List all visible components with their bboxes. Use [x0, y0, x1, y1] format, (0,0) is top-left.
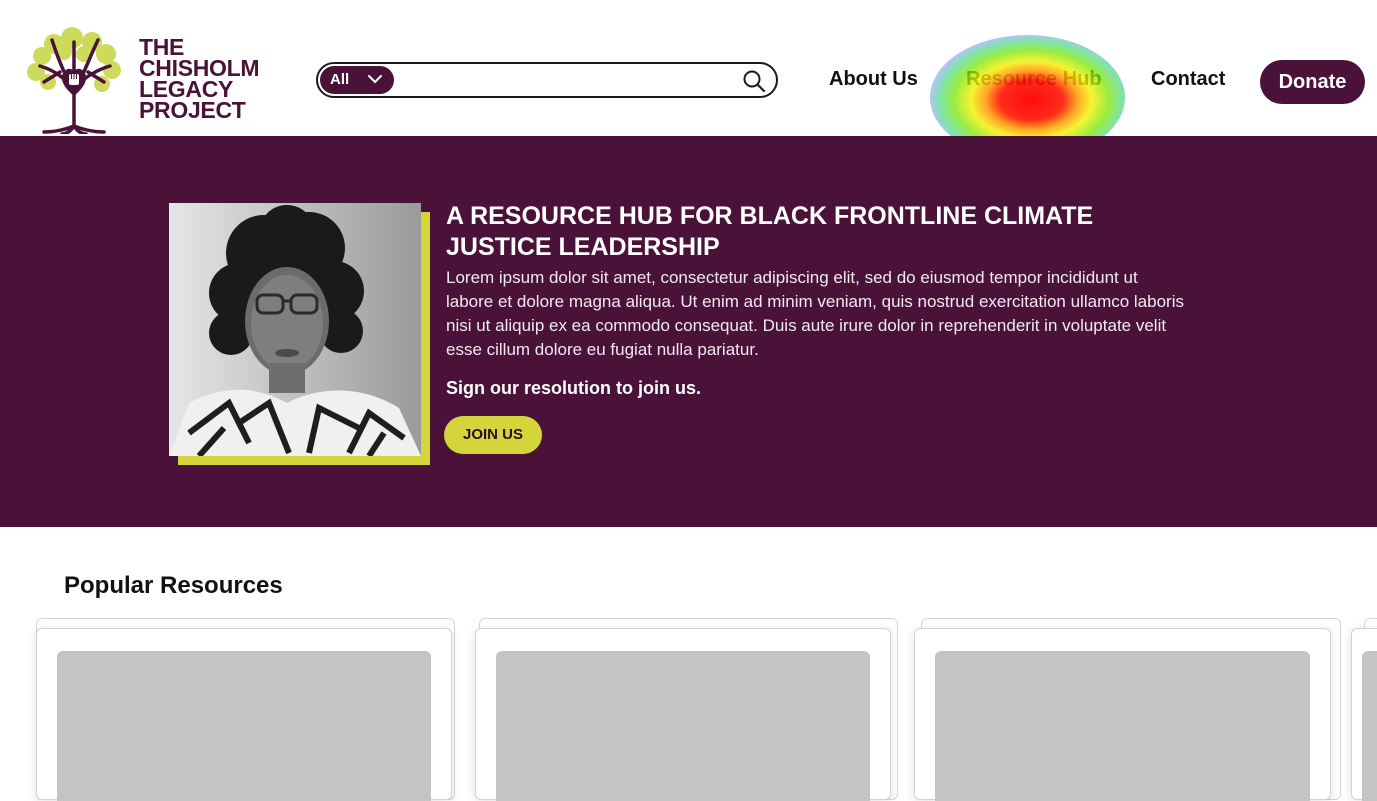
search-input[interactable] — [402, 67, 736, 95]
search-scope-label: All — [330, 71, 350, 88]
join-us-button[interactable]: JOIN US — [444, 416, 542, 454]
tree-logo-icon[interactable] — [24, 26, 124, 134]
search-icon[interactable] — [742, 69, 766, 93]
hero-cta-text: Sign our resolution to join us. — [446, 378, 701, 398]
resource-card[interactable] — [475, 628, 891, 801]
hero-description: Lorem ipsum dolor sit amet, consectetur … — [446, 268, 1184, 359]
resource-card[interactable] — [914, 628, 1331, 801]
donate-button[interactable]: Donate — [1260, 60, 1365, 104]
resource-card-image-placeholder — [57, 651, 431, 801]
nav-resource-hub[interactable]: Resource Hub — [966, 68, 1102, 91]
nav-about-us[interactable]: About Us — [829, 68, 918, 91]
popular-resources-title: Popular Resources — [64, 572, 283, 599]
portrait-photo — [169, 203, 421, 456]
portrait-illustration — [169, 203, 421, 456]
resource-card-image-placeholder — [496, 651, 870, 801]
nav-contact[interactable]: Contact — [1151, 68, 1225, 91]
hero-banner: A RESOURCE HUB FOR BLACK FRONTLINE CLIMA… — [0, 136, 1377, 527]
logo-line: PROJECT — [139, 97, 246, 123]
search-scope-dropdown[interactable]: All — [320, 66, 394, 94]
logo-wordmark[interactable]: THE CHISHOLM LEGACY PROJECT — [139, 36, 279, 123]
chevron-down-icon — [368, 75, 382, 84]
resource-card-image-placeholder — [935, 651, 1310, 801]
resource-card[interactable] — [1351, 628, 1377, 801]
site-header: THE CHISHOLM LEGACY PROJECT All About Us… — [0, 0, 1377, 136]
resource-card[interactable] — [36, 628, 452, 801]
resource-card-image-placeholder — [1362, 651, 1377, 801]
hero-title: A RESOURCE HUB FOR BLACK FRONTLINE CLIMA… — [446, 202, 1094, 261]
search-bar: All — [316, 62, 778, 98]
